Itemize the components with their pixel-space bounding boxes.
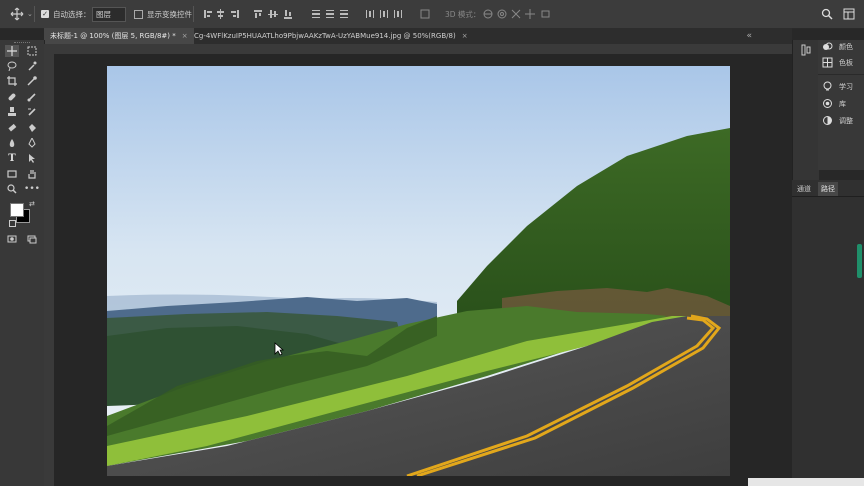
panel-swatches[interactable]: 色板 [822,56,853,70]
quick-mask-icon[interactable] [5,233,19,245]
pen-tool-icon[interactable] [25,137,39,149]
chevron-down-icon: ⌄ [27,10,33,18]
blur-tool-icon[interactable] [5,137,19,149]
bulb-icon [822,81,833,94]
swap-colors-icon[interactable]: ⇄ [29,200,35,208]
history-brush-tool-icon[interactable] [25,106,39,118]
options-bar: ⌄ ✓ 自动选择： 图层 显示变换控件 3D 模式： [0,0,864,29]
palette-icon [822,41,833,54]
marquee-tool-icon[interactable] [25,45,39,57]
more-tools-icon[interactable]: ••• [24,183,40,195]
tab-paths[interactable]: 路径 [818,182,838,196]
screen-mode-icon[interactable] [25,233,39,245]
panel-learn[interactable]: 学习 [822,80,853,94]
path-select-tool-icon[interactable] [25,152,39,164]
adjust-icon [822,115,833,128]
close-icon[interactable]: × [462,32,468,40]
landscape-photo [107,66,730,476]
horizontal-ruler [44,44,792,54]
crop-tool-icon[interactable] [5,75,19,87]
checkbox-checked-icon: ✓ [41,10,49,18]
show-transform-label: 显示变换控件 [147,9,192,19]
vertical-ruler [44,54,54,486]
hand-tool-icon[interactable] [25,168,39,180]
paint-bucket-tool-icon[interactable] [25,122,39,134]
zoom-tool-icon[interactable] [5,183,19,195]
auto-select-label: 自动选择： [53,9,91,19]
auto-select-dropdown[interactable]: 图层 [92,6,126,22]
move-tool-icon[interactable] [5,45,19,57]
panel-scrollbar[interactable] [857,244,862,278]
eraser-tool-icon[interactable] [5,122,19,134]
auto-select-checkbox[interactable]: ✓ 自动选择： [41,6,91,22]
search-icon[interactable] [821,6,833,22]
close-icon[interactable]: × [182,32,188,40]
document-canvas[interactable] [107,66,730,476]
checkbox-empty-icon [134,9,143,19]
panel-libraries[interactable]: 库 [822,97,846,111]
rectangle-tool-icon[interactable] [5,168,19,180]
taskbar-strip [748,478,864,486]
tab-document-2[interactable]: Cg-4WFlKzuIP5HUAATLho9PbjwAAKzTwA-UzYABM… [188,28,474,44]
tab-channels[interactable]: 通道 [794,182,814,196]
brush-tool-icon[interactable] [25,91,39,103]
document-tab-bar: 未标题-1 @ 100% (图层 5, RGB/8#) * × Cg-4WFlK… [44,28,792,44]
move-tool-icon[interactable]: ⌄ [10,6,33,22]
align-icons-group [202,6,434,22]
mouse-cursor [274,342,285,358]
lasso-tool-icon[interactable] [5,60,19,72]
quick-select-tool-icon[interactable] [25,60,39,72]
3d-mode-label: 3D 模式： [445,9,481,19]
panel-list: 颜色 色板 学习 库 调整 [818,40,864,170]
panel-adjustments[interactable]: 调整 [822,114,853,128]
grid-icon [822,57,833,70]
panel-color[interactable]: 颜色 [822,40,853,54]
show-transform-checkbox[interactable]: 显示变换控件 [134,6,192,22]
default-colors-icon[interactable] [9,220,16,227]
history-panel-icon[interactable] [800,44,812,58]
collapse-panels-icon[interactable]: « [746,31,752,41]
type-tool-icon[interactable]: T [5,152,19,164]
library-icon [822,98,833,111]
workspace-icon[interactable] [843,6,855,22]
tab-document-1[interactable]: 未标题-1 @ 100% (图层 5, RGB/8#) * × [44,28,194,44]
eyedropper-tool-icon[interactable] [25,75,39,87]
clone-stamp-tool-icon[interactable] [5,106,19,118]
channels-paths-panel [792,180,864,486]
foreground-color-swatch[interactable] [10,203,24,217]
healing-brush-tool-icon[interactable] [5,91,19,103]
3d-tools-group [482,6,554,22]
tools-panel: T ••• ⇄ [0,40,45,486]
